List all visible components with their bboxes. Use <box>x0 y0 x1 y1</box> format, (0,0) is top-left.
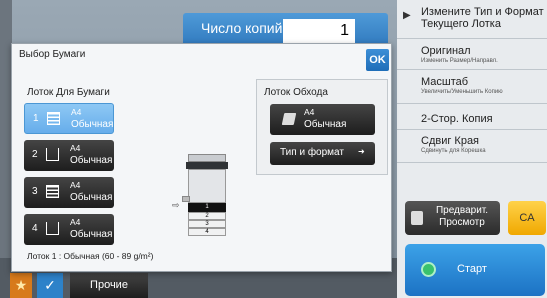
tray-number: 1 <box>33 113 39 124</box>
preview-label: Предварит. Просмотр <box>435 205 489 228</box>
bypass-type: Обычная <box>304 119 347 130</box>
printer-bypass-tray <box>182 196 190 202</box>
tray-2-button[interactable]: 2 A4 Обычная <box>24 140 114 171</box>
play-arrow-icon: ▶ <box>403 10 411 21</box>
rp-item-main: Масштаб <box>421 76 469 88</box>
rp-item-main: Сдвиг Края <box>421 135 480 147</box>
tray-size: A4 <box>70 180 81 190</box>
machine-tray-3: 3 <box>188 220 226 228</box>
tray-size: A4 <box>70 217 81 227</box>
tray-heading: Лоток Для Бумаги <box>27 87 110 98</box>
bypass-tray-button[interactable]: A4 Обычная <box>270 104 375 135</box>
rp-item-main: Измените Тип и Формат Текущего Лотка <box>421 6 544 30</box>
tray-type: Обычная <box>70 229 113 240</box>
rp-duplex[interactable]: 2-Стор. Копия <box>397 105 547 130</box>
rp-item-sub: Сдвинуть для Корешка <box>421 148 486 154</box>
tray-type: Обычная <box>70 192 113 203</box>
tray-number: 4 <box>32 223 38 234</box>
arrow-right-icon: ➜ <box>358 147 365 156</box>
rp-item-main: Оригинал <box>421 45 471 57</box>
printer-panel <box>186 162 228 169</box>
copy-screen: Число копий 1 ▶ Измените Тип и Формат Те… <box>0 0 547 298</box>
tray-number: 2 <box>32 149 38 160</box>
bypass-tray-icon <box>281 113 297 125</box>
rp-item-sub: Увеличить/Уменьшить Копию <box>421 89 503 95</box>
paper-stack-icon <box>46 185 59 198</box>
bypass-heading: Лоток Обхода <box>264 87 328 98</box>
rp-item-main: 2-Стор. Копия <box>421 113 493 125</box>
preview-icon <box>411 211 423 225</box>
paper-select-dialog: Выбор Бумаги OK Лоток Для Бумаги 1 A4 Об… <box>11 43 392 272</box>
rp-item-sub: Изменить Размер/Направл. <box>421 58 498 64</box>
selection-pointer-icon: ⇨ <box>172 200 180 210</box>
bypass-size: A4 <box>304 107 315 117</box>
ok-button[interactable]: OK <box>366 49 389 71</box>
clear-all-button[interactable]: CA <box>508 201 546 235</box>
bypass-tray-panel: Лоток Обхода A4 Обычная Тип и формат ➜ <box>256 79 388 175</box>
start-button[interactable]: Старт <box>405 244 545 296</box>
printer-illustration: ⇨ 1 2 3 4 <box>172 154 267 244</box>
tray-type: Обычная <box>71 119 114 130</box>
tray-number: 3 <box>32 186 38 197</box>
tray-1-button[interactable]: 1 A4 Обычная <box>24 103 114 134</box>
printer-scanner-top <box>188 154 226 162</box>
tray-status-text: Лоток 1 : Обычная (60 - 89 g/m²) <box>27 251 154 261</box>
type-format-button[interactable]: Тип и формат ➜ <box>270 142 375 165</box>
rp-original[interactable]: Оригинал Изменить Размер/Направл. <box>397 40 547 70</box>
start-icon <box>421 262 436 277</box>
rp-change-tray-type[interactable]: ▶ Измените Тип и Формат Текущего Лотка <box>397 0 547 39</box>
tray-empty-icon <box>46 148 59 161</box>
checkmark-icon[interactable]: ✓ <box>37 273 63 298</box>
rp-scale[interactable]: Масштаб Увеличить/Уменьшить Копию <box>397 71 547 104</box>
printer-body <box>188 169 226 203</box>
tray-type: Обычная <box>70 155 113 166</box>
machine-tray-2: 2 <box>188 212 226 220</box>
dialog-title: Выбор Бумаги <box>19 49 86 60</box>
tray-4-button[interactable]: 4 A4 Обычная <box>24 214 114 245</box>
paper-stack-icon <box>47 112 60 125</box>
copies-label: Число копий <box>201 20 283 36</box>
favorite-star-icon[interactable]: ★ <box>10 273 32 298</box>
tray-size: A4 <box>70 143 81 153</box>
other-button[interactable]: Прочие <box>70 273 148 298</box>
machine-tray-4: 4 <box>188 228 226 236</box>
tray-3-button[interactable]: 3 A4 Обычная <box>24 177 114 208</box>
copies-input[interactable]: 1 <box>283 19 355 43</box>
preview-button[interactable]: Предварит. Просмотр <box>405 201 500 235</box>
tray-size: A4 <box>71 107 82 117</box>
type-format-label: Тип и формат <box>280 147 344 158</box>
machine-tray-1: 1 <box>188 203 226 212</box>
tray-empty-icon <box>46 222 59 235</box>
rp-margin-shift[interactable]: Сдвиг Края Сдвинуть для Корешка <box>397 131 547 163</box>
start-label: Старт <box>457 263 487 275</box>
